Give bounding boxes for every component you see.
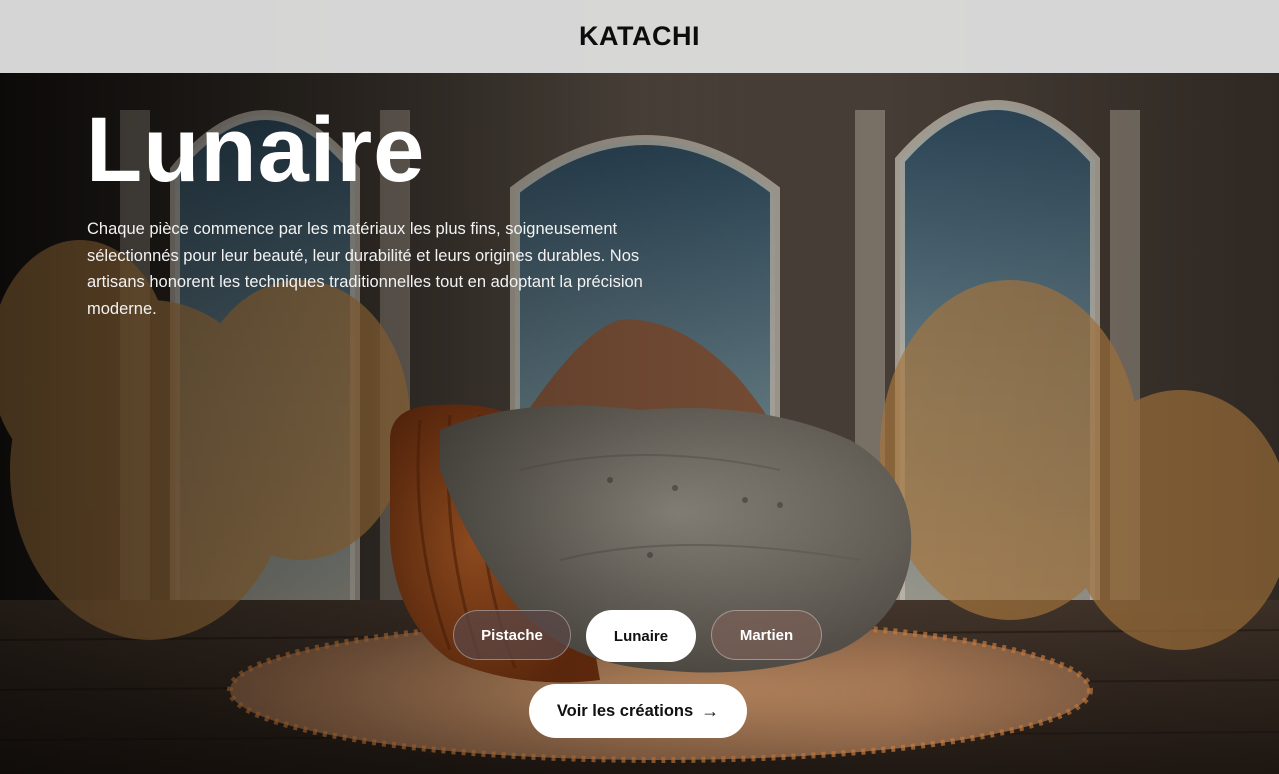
hero-description: Chaque pièce commence par les matériaux … [87,220,643,318]
view-creations-button[interactable]: Voir les créations → [529,684,747,738]
variant-button-martien[interactable]: Martien [711,610,822,660]
arrow-right-icon: → [701,701,720,721]
variant-button-lunaire[interactable]: Lunaire [586,610,696,662]
hero-title: Lunaire [86,99,426,201]
page: KATACHI Lunaire Chaque pièce commence pa… [0,0,1279,774]
site-logo[interactable]: KATACHI [579,21,700,52]
variant-button-pistache[interactable]: Pistache [453,610,571,660]
variant-selector: Pistache Lunaire Martien [0,610,1279,662]
site-header: KATACHI [0,0,1279,73]
view-creations-label: Voir les créations [556,701,694,720]
